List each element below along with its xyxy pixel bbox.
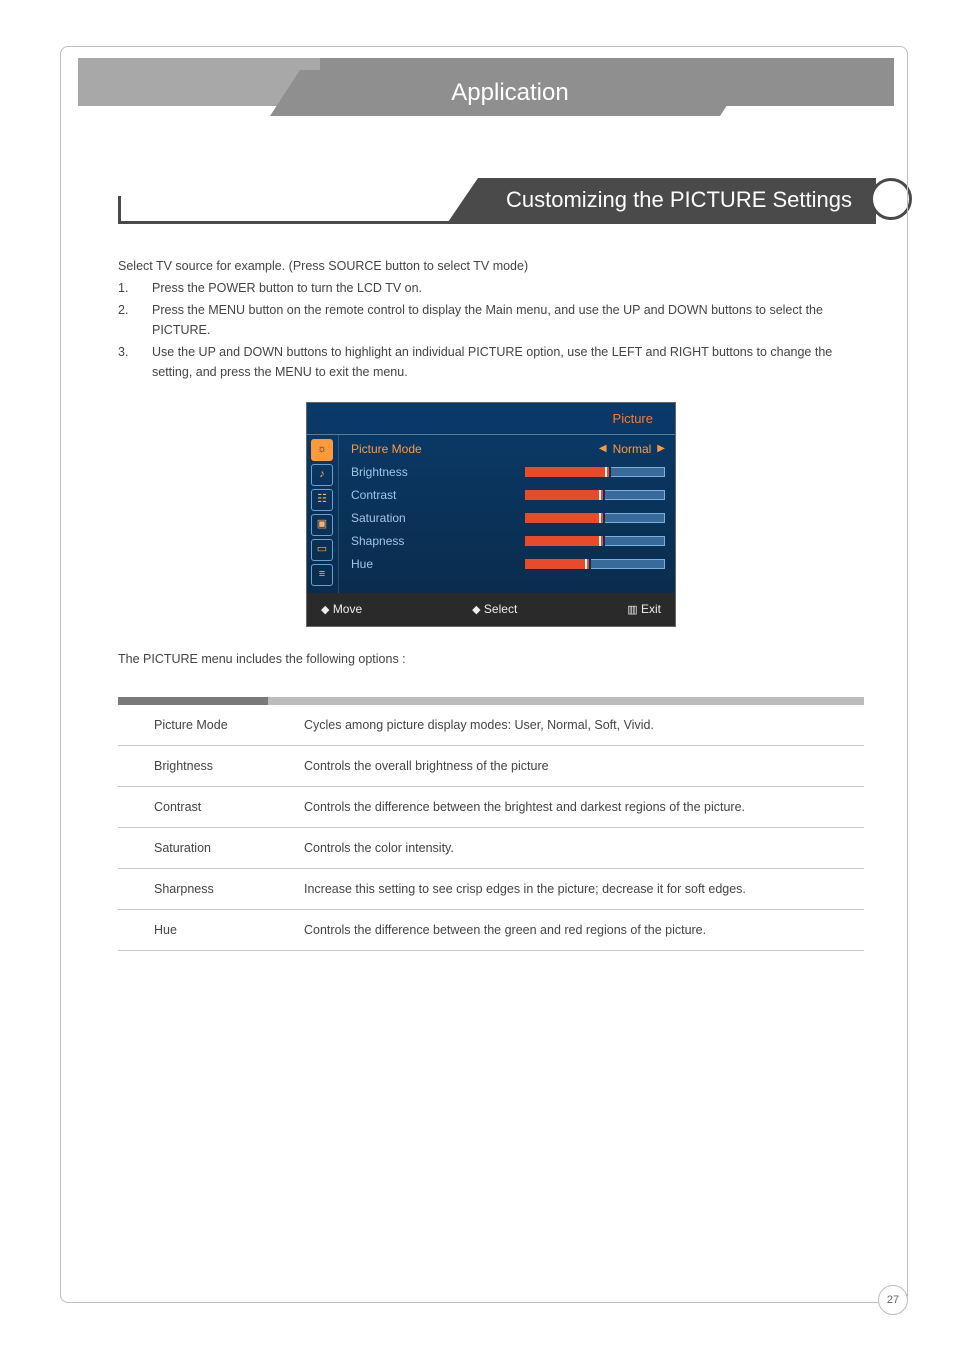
screen-icon: ▭: [311, 539, 333, 561]
step-text: Press the POWER button to turn the LCD T…: [152, 281, 422, 295]
table-row: BrightnessControls the overall brightnes…: [118, 746, 864, 787]
step-item: 2.Press the MENU button on the remote co…: [118, 300, 864, 340]
section-underline-tick: [118, 196, 121, 224]
updown-icon: ◆: [321, 604, 329, 616]
page-number: 27: [878, 1285, 908, 1315]
osd-label: Picture Mode: [351, 440, 471, 459]
slider: [525, 559, 665, 569]
step-item: 1.Press the POWER button to turn the LCD…: [118, 278, 864, 298]
content-area: Select TV source for example. (Press SOU…: [118, 256, 864, 951]
section-heading: Customizing the PICTURE Settings: [478, 178, 876, 222]
osd-row-picture-mode: Picture Mode ◀ Normal ▶: [351, 438, 665, 461]
slider: [525, 536, 665, 546]
section-bullet-icon: [870, 178, 912, 220]
osd-footer: ◆ Move ◆ Select ▥ Exit: [307, 593, 675, 627]
osd-body: ☼ ♪ ☷ ▣ ▭ ≡ Picture Mode ◀ Normal ▶ Brig…: [307, 434, 675, 593]
slider: [525, 490, 665, 500]
menu-icon: ▥: [627, 604, 637, 616]
table-row: HueControls the difference between the g…: [118, 910, 864, 951]
right-arrow-icon: ▶: [657, 441, 665, 457]
option-desc: Controls the difference between the brig…: [304, 797, 864, 817]
options-table: Picture ModeCycles among picture display…: [118, 697, 864, 951]
option-name: Hue: [154, 920, 304, 940]
osd-label: Hue: [351, 555, 471, 574]
osd-row-contrast: Contrast: [351, 484, 665, 507]
osd-value-text: Normal: [613, 440, 652, 459]
table-row: ContrastControls the difference between …: [118, 787, 864, 828]
osd-value: ◀ Normal ▶: [471, 440, 665, 459]
steps-list: 1.Press the POWER button to turn the LCD…: [118, 278, 864, 382]
osd-menu: Picture ☼ ♪ ☷ ▣ ▭ ≡ Picture Mode ◀ Norma…: [306, 402, 676, 627]
osd-foot-move: ◆ Move: [321, 600, 362, 620]
osd-label: Shapness: [351, 532, 471, 551]
osd-foot-select: ◆ Select: [472, 600, 517, 620]
option-desc: Controls the overall brightness of the p…: [304, 756, 864, 776]
step-item: 3.Use the UP and DOWN buttons to highlig…: [118, 342, 864, 382]
osd-row-hue: Hue: [351, 553, 665, 576]
option-name: Sharpness: [154, 879, 304, 899]
leftright-icon: ◆: [472, 604, 480, 616]
option-name: Contrast: [154, 797, 304, 817]
osd-row-sharpness: Shapness: [351, 530, 665, 553]
section-underline: [118, 221, 876, 224]
osd-row-saturation: Saturation: [351, 507, 665, 530]
table-row: SharpnessIncrease this setting to see cr…: [118, 869, 864, 910]
feature-icon: ▣: [311, 514, 333, 536]
option-desc: Increase this setting to see crisp edges…: [304, 879, 864, 899]
sound-icon: ♪: [311, 464, 333, 486]
menu-note: The PICTURE menu includes the following …: [118, 649, 864, 669]
osd-title: Picture: [307, 403, 675, 434]
table-row: Picture ModeCycles among picture display…: [118, 705, 864, 746]
osd-category-icons: ☼ ♪ ☷ ▣ ▭ ≡: [307, 435, 339, 593]
osd-label: Contrast: [351, 486, 471, 505]
channel-icon: ☷: [311, 489, 333, 511]
slider: [525, 467, 665, 477]
osd-label: Saturation: [351, 509, 471, 528]
osd-rows: Picture Mode ◀ Normal ▶ Brightness Contr…: [339, 435, 675, 593]
list-icon: ≡: [311, 564, 333, 586]
table-header-bar: [118, 697, 864, 705]
option-desc: Controls the difference between the gree…: [304, 920, 864, 940]
osd-foot-exit: ▥ Exit: [627, 600, 661, 620]
page-title: Application: [300, 70, 720, 116]
option-name: Brightness: [154, 756, 304, 776]
option-name: Saturation: [154, 838, 304, 858]
picture-icon: ☼: [311, 439, 333, 461]
intro-text: Select TV source for example. (Press SOU…: [118, 256, 864, 276]
left-arrow-icon: ◀: [599, 441, 607, 457]
option-desc: Controls the color intensity.: [304, 838, 864, 858]
osd-label: Brightness: [351, 463, 471, 482]
osd-row-brightness: Brightness: [351, 461, 665, 484]
table-row: SaturationControls the color intensity.: [118, 828, 864, 869]
slider: [525, 513, 665, 523]
step-text: Use the UP and DOWN buttons to highlight…: [152, 345, 832, 379]
step-text: Press the MENU button on the remote cont…: [152, 303, 823, 337]
option-name: Picture Mode: [154, 715, 304, 735]
option-desc: Cycles among picture display modes: User…: [304, 715, 864, 735]
